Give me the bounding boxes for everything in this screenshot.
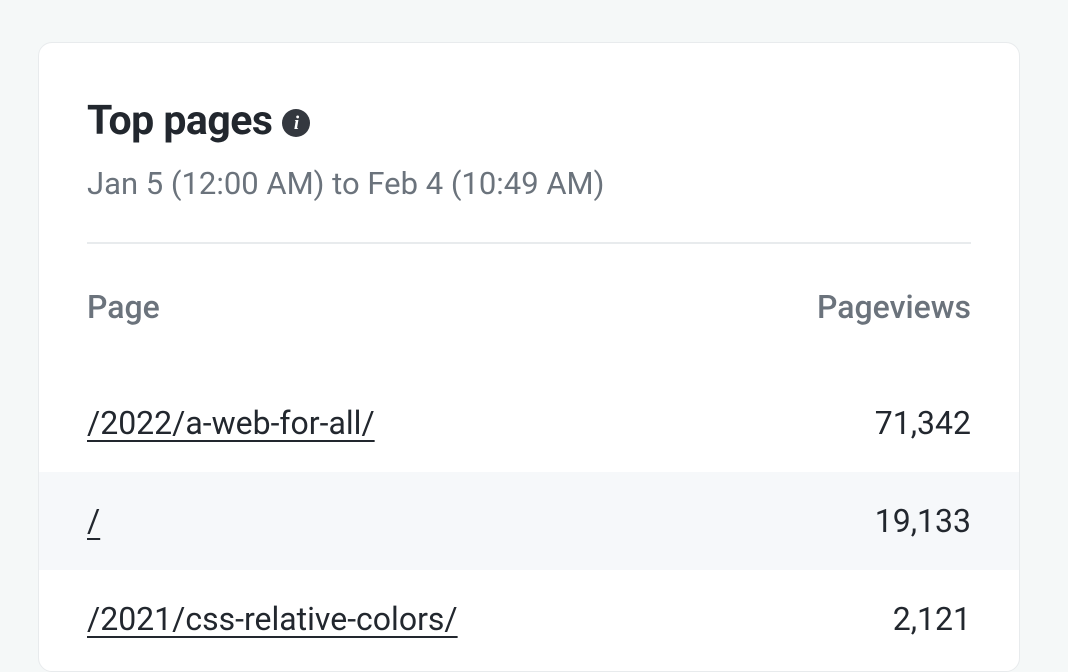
page-link[interactable]: /2022/a-web-for-all/ — [87, 404, 375, 442]
top-pages-card: Top pages i Jan 5 (12:00 AM) to Feb 4 (1… — [38, 42, 1020, 672]
info-icon[interactable]: i — [282, 109, 310, 137]
pageviews-value: 2,121 — [893, 600, 971, 638]
column-page: Page — [87, 288, 160, 326]
table-row: /2022/a-web-for-all/ 71,342 — [39, 374, 1019, 472]
card-header: Top pages i — [87, 97, 971, 145]
table-header: Page Pageviews — [87, 288, 971, 326]
table-row: /2021/css-relative-colors/ 2,121 — [39, 570, 1019, 668]
page-link[interactable]: / — [87, 502, 100, 540]
table-row: / 19,133 — [39, 472, 1019, 570]
divider — [87, 242, 971, 244]
card-title: Top pages — [87, 97, 272, 145]
pageviews-value: 19,133 — [875, 502, 971, 540]
date-range: Jan 5 (12:00 AM) to Feb 4 (10:49 AM) — [87, 165, 971, 202]
page-link[interactable]: /2021/css-relative-colors/ — [87, 600, 458, 638]
column-pageviews: Pageviews — [817, 288, 971, 326]
pageviews-value: 71,342 — [875, 404, 971, 442]
